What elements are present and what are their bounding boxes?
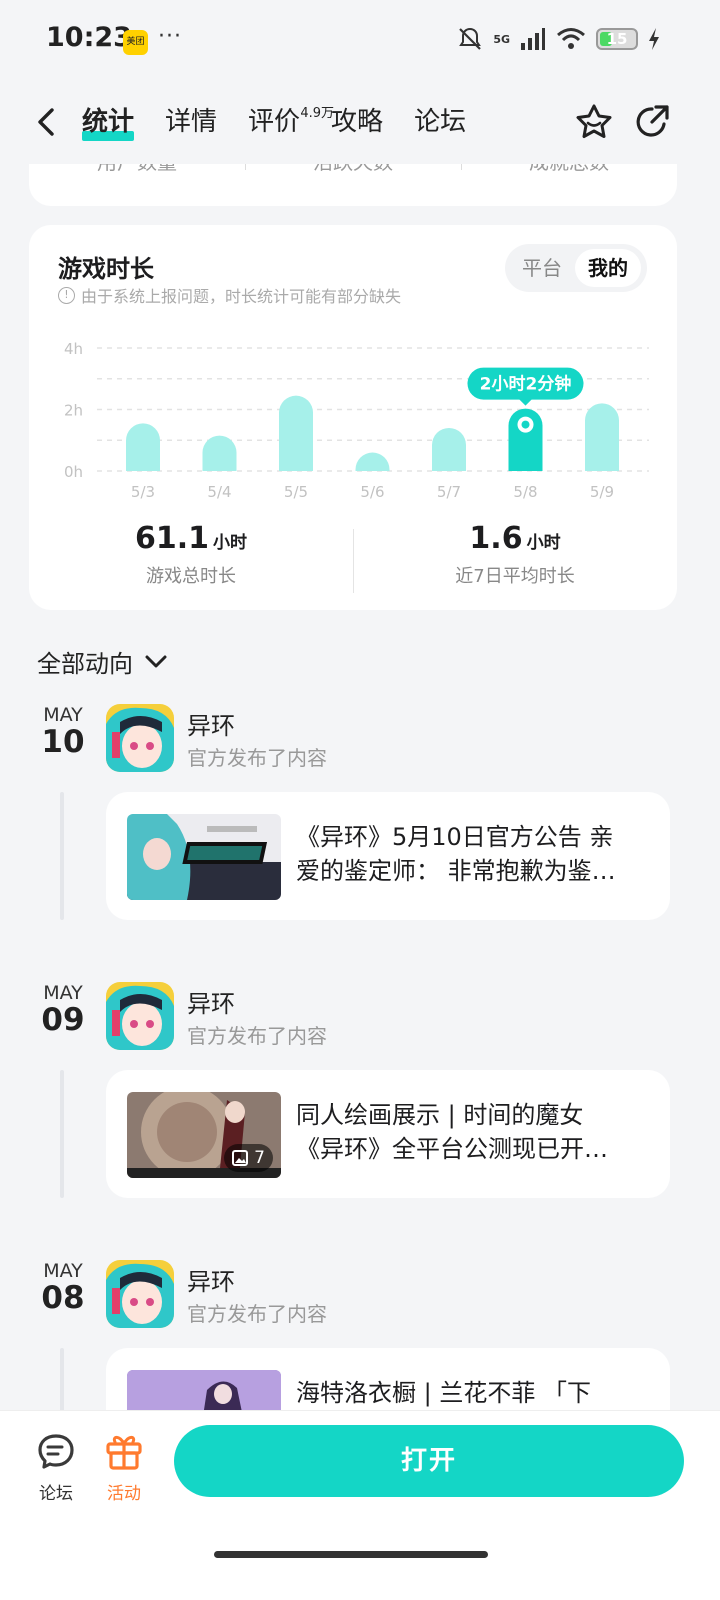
activity-nav-button[interactable]: 活动 [94, 1431, 154, 1504]
post-title: 海特洛衣橱 | 兰花不菲 「下 [296, 1379, 591, 1407]
battery-level: 15 [606, 30, 628, 48]
tab-guides[interactable]: 攻略 [331, 102, 383, 142]
y-tick-label: 0h [64, 463, 83, 481]
tab-bar: 统计 详情 评价 4.9万 攻略 论坛 [82, 102, 497, 142]
network-type: 5G [493, 32, 510, 46]
highlight-tooltip-label: 2小时2分钟 [480, 374, 572, 395]
average-play-time-value: 1.6 [469, 521, 523, 556]
total-play-time-stat: 61.1 小时 游戏总时长 [29, 521, 353, 588]
platform-mine-toggle: 平台 我的 [505, 244, 647, 292]
post-title: 同人绘画展示 | 时间的魔女 《异环》全平台公测现已开… [296, 1101, 608, 1163]
entry-action: 官方发布了内容 [187, 1302, 327, 1326]
bottom-action-bar: 论坛 活动 打开 [0, 1410, 720, 1600]
post-card[interactable]: 《异环》5月10日官方公告 亲 爱的鉴定师： 非常抱歉为鉴… [106, 792, 670, 920]
wifi-icon [557, 28, 585, 49]
post-card[interactable]: 7 同人绘画展示 | 时间的魔女 《异环》全平台公测现已开… [106, 1070, 670, 1198]
x-tick-label: 5/6 [360, 483, 384, 501]
favorite-star-icon[interactable] [574, 102, 614, 142]
status-bar: 10:23 美团 ··· 5G 15 [0, 0, 720, 82]
gift-icon [106, 1435, 142, 1470]
average-play-time-unit: 小时 [526, 533, 561, 553]
share-icon[interactable] [632, 102, 672, 142]
back-arrow-icon[interactable] [32, 104, 62, 140]
total-play-time-unit: 小时 [213, 533, 248, 553]
battery-icon: 15 [596, 28, 638, 50]
y-tick-label: 2h [64, 402, 83, 420]
bar [126, 423, 160, 471]
open-game-button[interactable]: 打开 [174, 1425, 684, 1497]
x-tick-label: 5/7 [437, 483, 461, 501]
x-tick-label: 5/8 [513, 483, 537, 501]
play-time-card: 游戏时长 ! 由于系统上报问题，时长统计可能有部分缺失 平台 我的 0h 2h 4h… [29, 225, 677, 610]
post-thumbnail: 7 [127, 1092, 281, 1178]
status-time: 10:23 [46, 22, 132, 53]
tab-details[interactable]: 详情 [165, 102, 217, 142]
x-tick-label: 5/4 [207, 483, 231, 501]
post-title: 《异环》5月10日官方公告 亲 爱的鉴定师： 非常抱歉为鉴… [296, 823, 616, 885]
bar [202, 435, 237, 471]
tab-stats[interactable]: 统计 [82, 102, 135, 142]
entry-author: 异环 [187, 990, 235, 1018]
more-notifications-icon: ··· [158, 24, 182, 49]
bar [585, 403, 619, 471]
bar [432, 427, 466, 471]
feed-filter-dropdown[interactable]: 全部动向 [37, 644, 167, 679]
entry-author: 异环 [187, 712, 235, 740]
highlight-dot-center [521, 420, 530, 429]
x-tick-label: 5/3 [131, 483, 155, 501]
highlight-tooltip-arrow [518, 398, 533, 406]
bar [355, 452, 390, 471]
tab-forum[interactable]: 论坛 [414, 102, 466, 142]
forum-nav-button[interactable]: 论坛 [26, 1431, 86, 1504]
entry-date: MAY 10 [41, 704, 85, 760]
tab-reviews[interactable]: 评价 4.9万 [248, 102, 334, 142]
entry-action: 官方发布了内容 [187, 746, 327, 770]
x-tick-label: 5/5 [284, 483, 308, 501]
total-play-time-value: 61.1 [134, 521, 210, 556]
game-avatar-icon[interactable] [106, 704, 174, 772]
image-count-badge: 7 [224, 1144, 273, 1172]
charging-icon [649, 28, 659, 50]
signal-icon [521, 28, 545, 50]
entry-date: MAY 09 [41, 982, 85, 1038]
chevron-down-icon [145, 655, 167, 667]
segment-platform[interactable]: 平台 [509, 249, 575, 287]
play-time-bar-chart: 0h 2h 4h 5/3 5/4 5/5 5/6 5/7 5/8 2小时2分钟 5/9 [64, 340, 649, 501]
x-tick-label: 5/9 [590, 483, 614, 501]
entry-action: 官方发布了内容 [187, 1024, 327, 1048]
top-nav-header: 统计 详情 评价 4.9万 攻略 论坛 [0, 82, 720, 164]
info-icon: ! [58, 286, 75, 304]
average-play-time-caption: 近7日平均时长 [455, 566, 575, 587]
bar [279, 395, 313, 471]
game-avatar-icon[interactable] [106, 1260, 174, 1328]
play-time-title: 游戏时长 [58, 255, 154, 283]
post-thumbnail [127, 814, 281, 900]
reviews-count-badge: 4.9万 [300, 106, 335, 121]
meituan-app-icon: 美团 [123, 30, 148, 55]
average-play-time-stat: 1.6 小时 近7日平均时长 [353, 521, 677, 588]
entry-author: 异环 [187, 1268, 235, 1296]
mute-icon [459, 27, 482, 50]
y-tick-label: 4h [64, 340, 83, 358]
game-avatar-icon[interactable] [106, 982, 174, 1050]
image-icon [232, 1150, 249, 1166]
forum-chat-icon [38, 1434, 74, 1469]
play-time-note: ! 由于系统上报问题，时长统计可能有部分缺失 [58, 283, 401, 307]
segment-mine[interactable]: 我的 [575, 249, 641, 287]
entry-date: MAY 08 [41, 1260, 85, 1316]
home-indicator[interactable] [214, 1551, 488, 1558]
total-play-time-caption: 游戏总时长 [146, 566, 236, 587]
